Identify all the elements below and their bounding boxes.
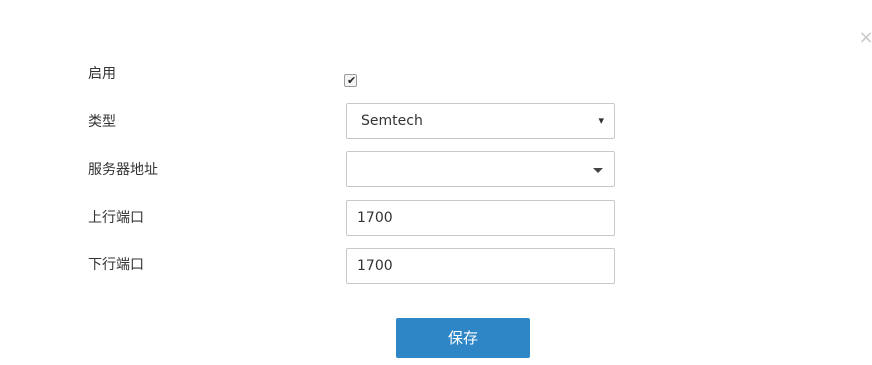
type-label: 类型 xyxy=(88,114,116,130)
downlink-port-value: 1700 xyxy=(357,258,393,274)
enable-label: 启用 xyxy=(88,66,116,82)
uplink-port-input[interactable]: 1700 xyxy=(346,200,615,236)
checkbox-check-icon: ✔ xyxy=(347,74,357,87)
enable-checkbox[interactable]: ✔ xyxy=(344,74,357,87)
settings-dialog: × 启用 ✔ 类型 Semtech ▾ 服务器地址 上行端口 1700 下行端口… xyxy=(8,8,872,365)
type-select[interactable]: Semtech ▾ xyxy=(346,103,615,139)
server-address-select[interactable] xyxy=(346,151,615,187)
downlink-port-label: 下行端口 xyxy=(88,257,144,273)
caret-down-icon xyxy=(593,168,603,173)
dropdown-arrow-icon: ▾ xyxy=(598,114,604,127)
uplink-port-value: 1700 xyxy=(357,210,393,226)
server-address-label: 服务器地址 xyxy=(88,162,158,178)
uplink-port-label: 上行端口 xyxy=(88,210,144,226)
close-icon[interactable]: × xyxy=(858,29,872,47)
type-select-value: Semtech xyxy=(361,113,423,129)
save-button[interactable]: 保存 xyxy=(396,318,530,358)
downlink-port-input[interactable]: 1700 xyxy=(346,248,615,284)
